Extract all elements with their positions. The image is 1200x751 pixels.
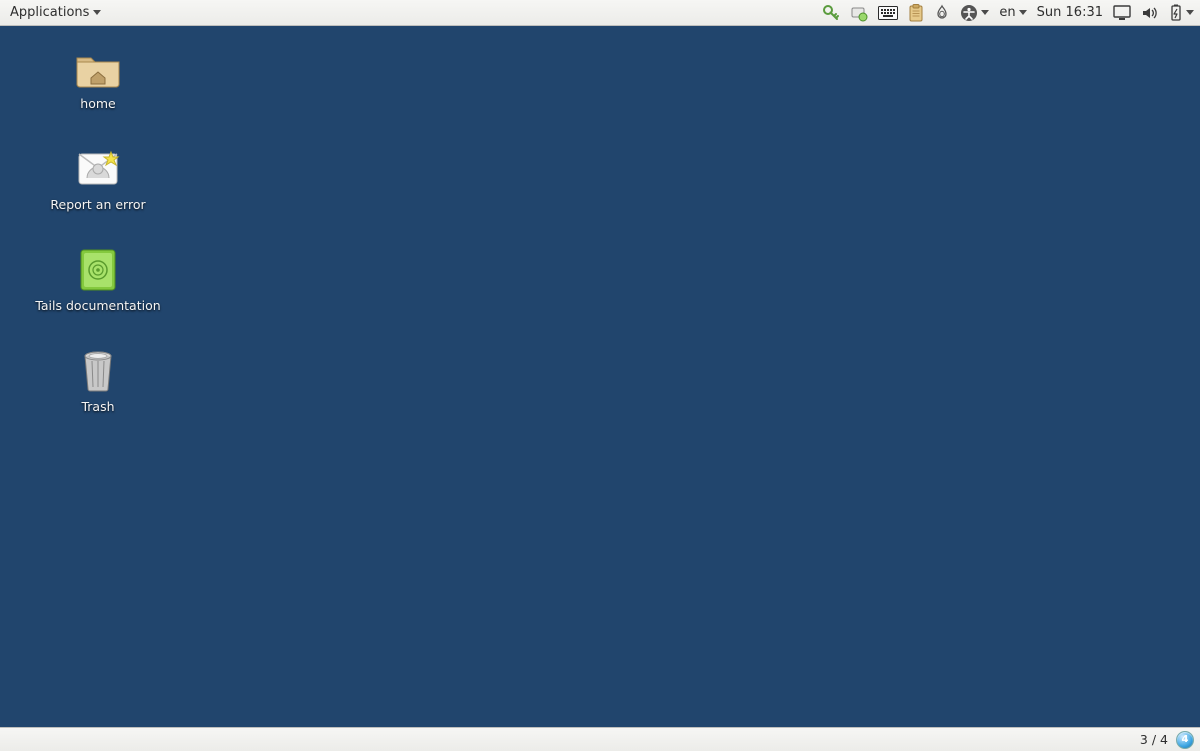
- clock-label: Sun 16:31: [1037, 5, 1103, 20]
- top-panel: Applications: [0, 0, 1200, 26]
- battery-applet[interactable]: [1169, 4, 1194, 22]
- keepass-applet[interactable]: [822, 4, 840, 22]
- onion-icon: [934, 4, 950, 22]
- workspace-indicator[interactable]: 3 / 4: [1140, 732, 1168, 747]
- chevron-down-icon: [1186, 10, 1194, 15]
- clock-applet[interactable]: Sun 16:31: [1037, 5, 1103, 20]
- tails-docs-icon: [74, 248, 122, 292]
- workspace-switcher[interactable]: 4: [1176, 731, 1194, 749]
- applications-menu-label: Applications: [10, 5, 89, 20]
- accessibility-applet[interactable]: [960, 4, 989, 22]
- workspace-switcher-badge: 4: [1182, 734, 1189, 745]
- onion-applet[interactable]: [934, 4, 950, 22]
- keyboard-icon: [878, 6, 898, 20]
- network-applet[interactable]: [850, 4, 868, 22]
- volume-icon: [1141, 5, 1159, 21]
- desktop-icon-home[interactable]: home: [28, 46, 168, 111]
- chevron-down-icon: [93, 10, 101, 15]
- accessibility-icon: [960, 4, 978, 22]
- network-icon: [850, 4, 868, 22]
- desktop-icon-label: Trash: [81, 399, 114, 414]
- report-error-icon: [74, 147, 122, 191]
- keyboard-applet[interactable]: [878, 6, 898, 20]
- desktop-icon-label: home: [80, 96, 115, 111]
- language-applet[interactable]: en: [999, 5, 1026, 20]
- folder-home-icon: [74, 46, 122, 90]
- desktop-icon-trash[interactable]: Trash: [28, 349, 168, 414]
- chevron-down-icon: [1019, 10, 1027, 15]
- key-icon: [822, 4, 840, 22]
- system-tray: en Sun 16:31: [822, 4, 1196, 22]
- display-icon: [1113, 5, 1131, 21]
- display-applet[interactable]: [1113, 5, 1131, 21]
- desktop-icon-label: Report an error: [50, 197, 145, 212]
- volume-applet[interactable]: [1141, 5, 1159, 21]
- battery-icon: [1169, 4, 1183, 22]
- desktop-icon-report-error[interactable]: Report an error: [28, 147, 168, 212]
- chevron-down-icon: [981, 10, 989, 15]
- desktop-icons-container: home Report an error: [10, 46, 1190, 414]
- trash-icon: [74, 349, 122, 393]
- desktop[interactable]: home Report an error: [0, 26, 1200, 727]
- language-label: en: [999, 5, 1015, 20]
- applications-menu[interactable]: Applications: [4, 3, 107, 22]
- desktop-icon-tails-docs[interactable]: Tails documentation: [28, 248, 168, 313]
- clipboard-applet[interactable]: [908, 4, 924, 22]
- bottom-panel: 3 / 4 4: [0, 727, 1200, 751]
- desktop-icon-label: Tails documentation: [35, 298, 160, 313]
- clipboard-icon: [908, 4, 924, 22]
